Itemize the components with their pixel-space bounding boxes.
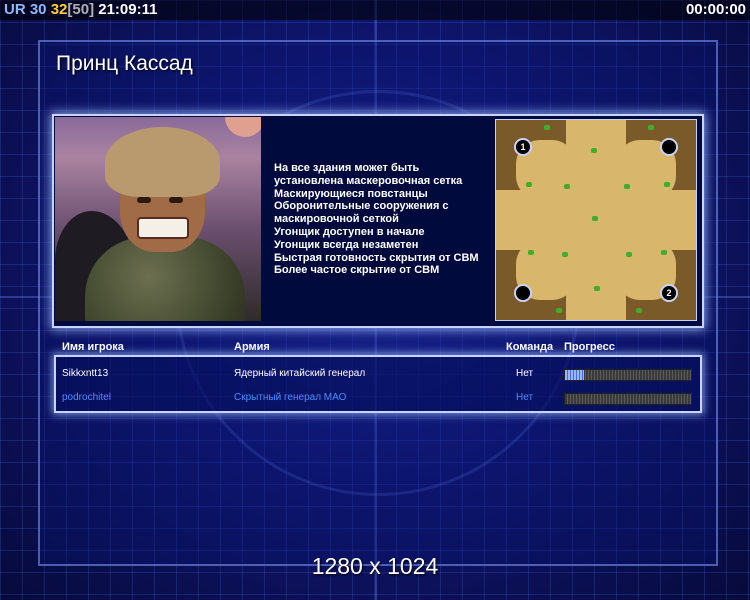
map-resource [624, 184, 630, 189]
map-resource [592, 216, 598, 221]
start-position-2: 2 [660, 284, 678, 302]
player-progress-fill [565, 370, 584, 380]
column-header-progress: Прогресс [564, 341, 615, 353]
portrait-sun [225, 117, 261, 137]
general-title: Принц Кассад [56, 52, 193, 75]
players-table: Sikkxntt13 Ядерный китайский генерал Нет… [54, 355, 702, 413]
map-resource [562, 252, 568, 257]
resolution-label: 1280 x 1024 [311, 553, 439, 579]
general-description: На все здания может быть установлена мас… [274, 162, 494, 277]
column-header-player-name: Имя игрока [62, 341, 124, 353]
hud-stats: UR 30 32[50] 21:09:11 [4, 1, 157, 18]
player-team: Нет [516, 368, 534, 379]
desc-line: установлена маскеровочная сетка [274, 174, 463, 187]
hud-value-32: 32 [50, 1, 68, 18]
map-preview: 1 2 [495, 119, 697, 321]
player-army: Ядерный китайский генерал [234, 368, 366, 379]
map-resource [556, 308, 562, 313]
desc-line: Угонщик доступен в начале [274, 225, 425, 238]
hud-timer: 00:00:00 [685, 1, 746, 18]
portrait-mouth [137, 217, 189, 239]
map-resource [664, 182, 670, 187]
map-resource [528, 250, 534, 255]
map-resource [648, 125, 654, 130]
desc-line: Более частое скрытие от СВМ [274, 264, 440, 277]
hud-value-50: [50] [67, 1, 95, 18]
player-row: podrochitel Скрытный генерал МАО Нет [56, 387, 700, 409]
map-resource [636, 308, 642, 313]
hud-clock: 21:09:11 [98, 1, 158, 18]
portrait-eye-left [137, 197, 151, 203]
start-position-empty [660, 138, 678, 156]
map-resource [564, 184, 570, 189]
map-resource [544, 125, 550, 130]
desc-line: Угонщик всегда незаметен [274, 238, 419, 251]
general-portrait [55, 117, 261, 321]
map-resource [626, 252, 632, 257]
desc-line: Оборонительные сооружения с [274, 200, 449, 213]
portrait-eye-right [169, 197, 183, 203]
column-header-army: Армия [234, 341, 270, 353]
player-row: Sikkxntt13 Ядерный китайский генерал Нет [56, 363, 700, 385]
player-progress-bar [564, 393, 692, 405]
desc-line: маскировочной сеткой [274, 213, 399, 226]
map-resource [591, 148, 597, 153]
hud-value-30: 30 [29, 1, 47, 18]
start-position-1: 1 [514, 138, 532, 156]
player-name: podrochitel [62, 392, 111, 403]
map-resource [661, 250, 667, 255]
desc-line: Быстрая готовность скрытия от СВМ [274, 251, 479, 264]
player-team: Нет [516, 392, 534, 403]
player-army: Скрытный генерал МАО [234, 392, 347, 403]
desc-line: На все здания может быть [274, 162, 420, 174]
map-resource [594, 286, 600, 291]
hud-ur-label: UR [4, 1, 26, 18]
player-name: Sikkxntt13 [62, 368, 109, 379]
top-hud-bar: UR 30 32[50] 21:09:11 00:00:00 [0, 0, 750, 20]
start-position-empty [514, 284, 532, 302]
desc-line: Маскирующиеся повстанцы [274, 187, 428, 200]
player-progress-bar [564, 369, 692, 381]
map-resource [526, 182, 532, 187]
column-header-team: Команда [506, 341, 554, 353]
portrait-turban [105, 127, 220, 197]
